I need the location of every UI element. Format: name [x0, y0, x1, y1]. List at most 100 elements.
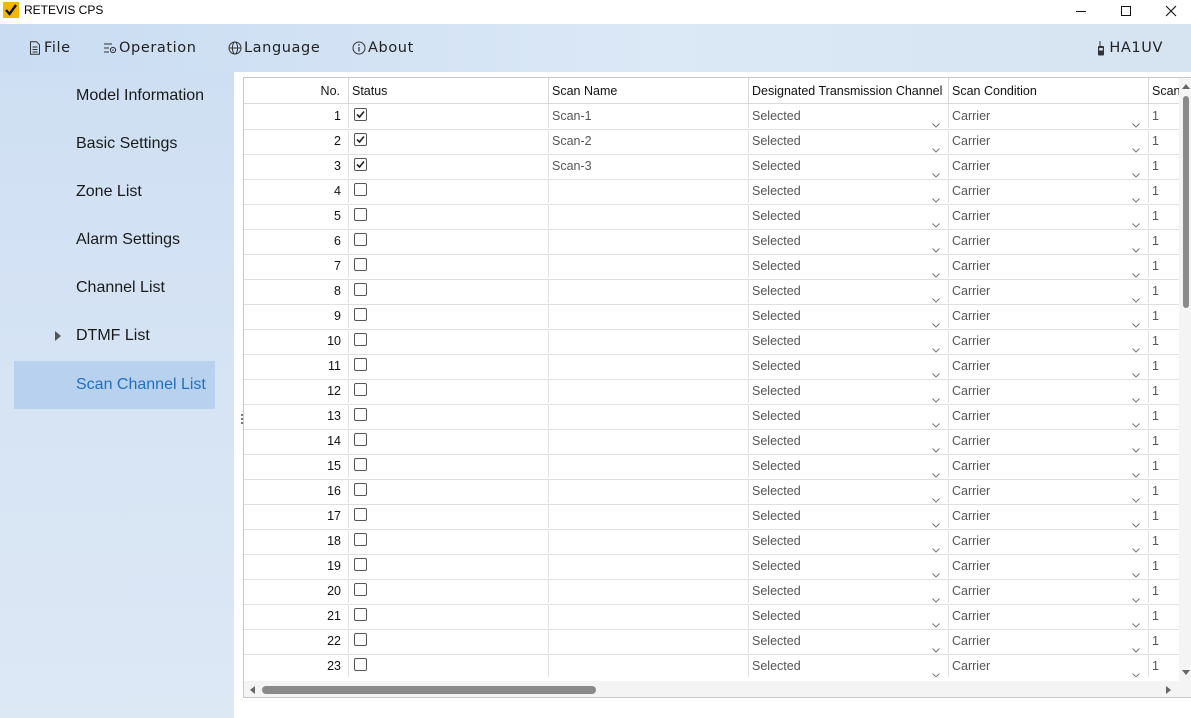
- table-row[interactable]: 7 Selected Carrier 1: [244, 254, 1179, 280]
- table-row[interactable]: 10 Selected Carrier 1: [244, 329, 1179, 355]
- scan-partial-cell[interactable]: 1: [1148, 204, 1179, 228]
- tx-channel-dropdown[interactable]: Selected: [748, 479, 948, 503]
- scroll-right-arrow-icon[interactable]: [1166, 686, 1171, 694]
- scan-condition-dropdown[interactable]: Carrier: [948, 279, 1148, 303]
- table-row[interactable]: 2 Scan-2 Selected Carrier 1: [244, 129, 1179, 155]
- status-checkbox[interactable]: [354, 358, 367, 371]
- maximize-button[interactable]: [1103, 0, 1149, 22]
- scan-partial-cell[interactable]: 1: [1148, 429, 1179, 453]
- scan-name-cell[interactable]: [548, 229, 748, 253]
- table-row[interactable]: 12 Selected Carrier 1: [244, 379, 1179, 405]
- status-checkbox[interactable]: [354, 508, 367, 521]
- minimize-button[interactable]: [1058, 0, 1104, 22]
- status-checkbox[interactable]: [354, 633, 367, 646]
- status-checkbox[interactable]: [354, 483, 367, 496]
- scan-condition-dropdown[interactable]: Carrier: [948, 179, 1148, 203]
- scan-condition-dropdown[interactable]: Carrier: [948, 429, 1148, 453]
- scan-condition-dropdown[interactable]: Carrier: [948, 454, 1148, 478]
- scan-condition-dropdown[interactable]: Carrier: [948, 604, 1148, 628]
- scan-name-cell[interactable]: Scan-3: [548, 154, 748, 178]
- scan-name-cell[interactable]: [548, 504, 748, 528]
- tx-channel-dropdown[interactable]: Selected: [748, 579, 948, 603]
- table-row[interactable]: 15 Selected Carrier 1: [244, 454, 1179, 480]
- menu-operation[interactable]: Operation: [103, 40, 197, 56]
- header-designated-tx-channel[interactable]: Designated Transmission Channel: [748, 78, 948, 103]
- scan-condition-dropdown[interactable]: Carrier: [948, 229, 1148, 253]
- scan-partial-cell[interactable]: 1: [1148, 529, 1179, 553]
- menu-file[interactable]: File: [28, 40, 71, 56]
- scan-partial-cell[interactable]: 1: [1148, 554, 1179, 578]
- expand-arrow-icon[interactable]: [55, 331, 61, 341]
- scan-name-cell[interactable]: [548, 629, 748, 653]
- status-checkbox[interactable]: [354, 458, 367, 471]
- table-row[interactable]: 23 Selected Carrier 1: [244, 654, 1179, 677]
- tx-channel-dropdown[interactable]: Selected: [748, 229, 948, 253]
- scan-partial-cell[interactable]: 1: [1148, 254, 1179, 278]
- table-row[interactable]: 19 Selected Carrier 1: [244, 554, 1179, 580]
- status-checkbox[interactable]: [354, 608, 367, 621]
- status-checkbox[interactable]: [354, 408, 367, 421]
- status-checkbox[interactable]: [354, 383, 367, 396]
- header-status[interactable]: Status: [348, 78, 548, 103]
- scan-partial-cell[interactable]: 1: [1148, 379, 1179, 403]
- scan-partial-cell[interactable]: 1: [1148, 154, 1179, 178]
- scan-name-cell[interactable]: [548, 379, 748, 403]
- scan-partial-cell[interactable]: 1: [1148, 354, 1179, 378]
- scan-partial-cell[interactable]: 1: [1148, 179, 1179, 203]
- scan-name-cell[interactable]: [548, 329, 748, 353]
- scan-name-cell[interactable]: [548, 179, 748, 203]
- tx-channel-dropdown[interactable]: Selected: [748, 654, 948, 677]
- status-checkbox[interactable]: [354, 533, 367, 546]
- header-scan-condition[interactable]: Scan Condition: [948, 78, 1148, 103]
- sidebar-item-zone-list[interactable]: Zone List: [14, 168, 215, 216]
- scan-partial-cell[interactable]: 1: [1148, 454, 1179, 478]
- tx-channel-dropdown[interactable]: Selected: [748, 429, 948, 453]
- scan-condition-dropdown[interactable]: Carrier: [948, 479, 1148, 503]
- scan-name-cell[interactable]: [548, 429, 748, 453]
- scan-name-cell[interactable]: Scan-2: [548, 129, 748, 153]
- scan-condition-dropdown[interactable]: Carrier: [948, 254, 1148, 278]
- scroll-left-arrow-icon[interactable]: [250, 686, 255, 694]
- tx-channel-dropdown[interactable]: Selected: [748, 329, 948, 353]
- scan-partial-cell[interactable]: 1: [1148, 479, 1179, 503]
- scan-name-cell[interactable]: [548, 479, 748, 503]
- device-indicator[interactable]: HA1UV: [1097, 40, 1163, 56]
- table-row[interactable]: 17 Selected Carrier 1: [244, 504, 1179, 530]
- tx-channel-dropdown[interactable]: Selected: [748, 629, 948, 653]
- status-checkbox[interactable]: [354, 308, 367, 321]
- scan-condition-dropdown[interactable]: Carrier: [948, 629, 1148, 653]
- status-checkbox[interactable]: [354, 583, 367, 596]
- tx-channel-dropdown[interactable]: Selected: [748, 204, 948, 228]
- scan-name-cell[interactable]: [548, 454, 748, 478]
- scan-partial-cell[interactable]: 1: [1148, 104, 1179, 128]
- scan-condition-dropdown[interactable]: Carrier: [948, 354, 1148, 378]
- scan-name-cell[interactable]: [548, 354, 748, 378]
- status-checkbox[interactable]: [354, 258, 367, 271]
- scan-partial-cell[interactable]: 1: [1148, 129, 1179, 153]
- table-row[interactable]: 6 Selected Carrier 1: [244, 229, 1179, 255]
- tx-channel-dropdown[interactable]: Selected: [748, 304, 948, 328]
- scan-name-cell[interactable]: [548, 579, 748, 603]
- scan-name-cell[interactable]: [548, 279, 748, 303]
- sidebar-item-channel-list[interactable]: Channel List: [14, 264, 215, 312]
- table-row[interactable]: 9 Selected Carrier 1: [244, 304, 1179, 330]
- tx-channel-dropdown[interactable]: Selected: [748, 379, 948, 403]
- scan-partial-cell[interactable]: 1: [1148, 604, 1179, 628]
- scan-partial-cell[interactable]: 1: [1148, 304, 1179, 328]
- tx-channel-dropdown[interactable]: Selected: [748, 354, 948, 378]
- scan-condition-dropdown[interactable]: Carrier: [948, 529, 1148, 553]
- scan-condition-dropdown[interactable]: Carrier: [948, 404, 1148, 428]
- scan-name-cell[interactable]: [548, 204, 748, 228]
- status-checkbox[interactable]: [354, 558, 367, 571]
- sidebar-item-model-information[interactable]: Model Information: [14, 72, 215, 120]
- scan-condition-dropdown[interactable]: Carrier: [948, 304, 1148, 328]
- tx-channel-dropdown[interactable]: Selected: [748, 279, 948, 303]
- scan-name-cell[interactable]: [548, 554, 748, 578]
- scan-condition-dropdown[interactable]: Carrier: [948, 154, 1148, 178]
- horizontal-scrollbar[interactable]: [244, 681, 1191, 697]
- scan-name-cell[interactable]: [548, 304, 748, 328]
- scan-partial-cell[interactable]: 1: [1148, 404, 1179, 428]
- table-row[interactable]: 21 Selected Carrier 1: [244, 604, 1179, 630]
- tx-channel-dropdown[interactable]: Selected: [748, 554, 948, 578]
- status-checkbox[interactable]: [354, 433, 367, 446]
